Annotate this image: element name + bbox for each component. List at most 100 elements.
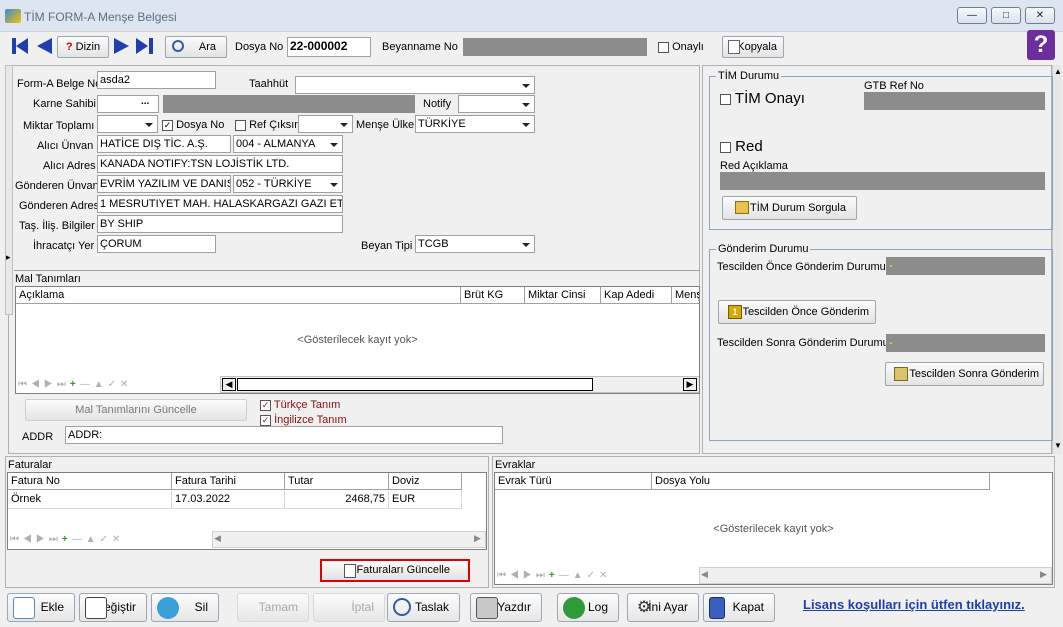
scroll-right-icon[interactable]: ▶: [683, 378, 697, 391]
karne-lookup-button[interactable]: ...: [141, 96, 149, 107]
scroll-thumb[interactable]: [237, 378, 593, 391]
degistir-button[interactable]: Değiştir: [79, 593, 147, 622]
faturalari-guncelle-button[interactable]: Faturaları Güncelle: [320, 559, 470, 582]
mal-grid-navigator[interactable]: ⏮◀▶⏭+—▲✓✕: [18, 376, 218, 393]
help-icon[interactable]: ?: [1027, 30, 1055, 60]
ekle-button[interactable]: Ekle: [7, 593, 75, 622]
belge-no-input[interactable]: asda2: [97, 71, 216, 89]
dosya-no-input[interactable]: 22-000002: [287, 37, 371, 57]
red-checkbox[interactable]: Red: [720, 138, 763, 155]
gonderen-unvan-label: Gönderen Ünvan: [15, 180, 99, 192]
scroll-left-icon[interactable]: ◀: [222, 378, 236, 391]
checkbox-box[interactable]: [720, 141, 731, 153]
lisans-link[interactable]: Lisans koşulları için ütfen tıklayınız.: [803, 597, 1025, 612]
addr-input[interactable]: ADDR:: [65, 426, 503, 444]
ini-ayar-button[interactable]: ⚙ İni Ayar: [627, 593, 699, 622]
right-scrollbar[interactable]: ▲ ▼: [1052, 65, 1062, 454]
checkbox-checked[interactable]: ✓: [260, 399, 271, 411]
folder-icon: [735, 201, 749, 214]
col-mense[interactable]: Menş: [672, 287, 699, 304]
iptal-button[interactable]: İptal: [313, 593, 385, 622]
dizin-button[interactable]: ? Dizin: [57, 36, 109, 58]
checkbox-checked[interactable]: ✓: [162, 119, 173, 131]
last-record-icon[interactable]: [149, 38, 153, 54]
mal-horizontal-scrollbar[interactable]: ◀ ▶: [220, 376, 699, 393]
col-dosya-yolu[interactable]: Dosya Yolu: [652, 473, 990, 490]
kapat-button[interactable]: Kapat: [703, 593, 775, 622]
gonderen-unvan-input[interactable]: EVRİM YAZILIM VE DANIŞ: [97, 175, 231, 193]
ref-ciksin-checkbox[interactable]: Ref Çıksın: [235, 119, 300, 131]
scroll-down-icon[interactable]: ▼: [1054, 441, 1062, 450]
col-brut-kg[interactable]: Brüt KG: [461, 287, 525, 304]
col-tutar[interactable]: Tutar: [285, 473, 389, 490]
table-cell[interactable]: EUR: [389, 491, 462, 508]
scroll-right-icon[interactable]: ▶: [1040, 569, 1047, 580]
notify-select[interactable]: [458, 95, 535, 113]
scroll-left-icon[interactable]: ◀: [214, 533, 221, 544]
kopyala-button[interactable]: Kopyala: [722, 36, 784, 58]
close-button[interactable]: ✕: [1025, 7, 1055, 24]
scroll-up-icon[interactable]: ▲: [1054, 67, 1062, 76]
log-button[interactable]: Log: [557, 593, 619, 622]
yazdir-button[interactable]: Yazdır: [470, 593, 542, 622]
tasima-bilgiler-input[interactable]: BY SHIP: [97, 215, 343, 233]
turkce-tanim-checkbox[interactable]: ✓ Türkçe Tanım: [260, 399, 340, 411]
faturalar-scrollbar[interactable]: ◀ ▶: [212, 531, 486, 548]
alici-ulke-select[interactable]: 004 - ALMANYA: [233, 135, 343, 153]
gonderen-adres-input[interactable]: 1 MESRUTIYET MAH. HALASKARGAZI GAZI ETH: [97, 195, 343, 213]
faturalar-navigator[interactable]: ⏮◀▶⏭+—▲✓✕: [10, 531, 210, 548]
col-fatura-no[interactable]: Fatura No: [8, 473, 172, 490]
maximize-button[interactable]: □: [991, 7, 1021, 24]
first-record-arrow-icon[interactable]: [16, 38, 28, 54]
mense-ulke-select[interactable]: TÜRKİYE: [415, 115, 535, 133]
table-cell[interactable]: Örnek: [8, 491, 172, 508]
beyanname-no-input[interactable]: [463, 38, 647, 56]
gtb-ref-input[interactable]: [864, 92, 1045, 110]
tamam-button[interactable]: Tamam: [237, 593, 309, 622]
miktar-toplami-select[interactable]: [97, 115, 158, 133]
table-cell[interactable]: 2468,75: [285, 491, 389, 508]
checkbox-box[interactable]: [658, 41, 669, 53]
mal-grid[interactable]: Açıklama Brüt KG Miktar Cinsi Kap Adedi …: [15, 286, 700, 394]
tescilden-once-gonderim-button[interactable]: 1 Tescilden Önce Gönderim: [718, 300, 876, 324]
dosya-no-checkbox[interactable]: ✓ Dosya No: [162, 119, 224, 131]
gonderen-ulke-select[interactable]: 052 - TÜRKİYE: [233, 175, 343, 193]
tescilden-sonra-gonderim-button[interactable]: Tescilden Sonra Gönderim: [885, 362, 1044, 386]
onayli-checkbox[interactable]: Onaylı: [658, 41, 704, 53]
minimize-button[interactable]: —: [957, 7, 987, 24]
col-miktar-cinsi[interactable]: Miktar Cinsi: [525, 287, 601, 304]
mal-tanimlarini-guncelle-button[interactable]: Mal Tanımlarını Güncelle: [25, 399, 247, 421]
beyan-tipi-select[interactable]: TCGB: [415, 235, 535, 253]
table-cell[interactable]: 17.03.2022: [172, 491, 285, 508]
checkbox-box[interactable]: [235, 119, 246, 131]
last-record-arrow-icon[interactable]: [136, 38, 148, 54]
evraklar-navigator[interactable]: ⏮◀▶⏭+—▲✓✕: [497, 567, 697, 584]
col-fatura-tarihi[interactable]: Fatura Tarihi: [172, 473, 285, 490]
taahhut-select[interactable]: [295, 76, 535, 94]
next-record-icon[interactable]: [114, 38, 129, 54]
alici-unvan-input[interactable]: HATİCE DIŞ TİC. A.Ş.: [97, 135, 231, 153]
side-splitter[interactable]: [5, 65, 13, 315]
tim-onay-checkbox[interactable]: TİM Onayı: [720, 90, 805, 107]
tim-durum-sorgula-button[interactable]: TİM Durum Sorgula: [722, 196, 857, 220]
col-kap-adedi[interactable]: Kap Adedi: [601, 287, 672, 304]
karne-sahibi-input[interactable]: [97, 95, 159, 113]
red-aciklama-input[interactable]: [720, 172, 1045, 190]
ara-button[interactable]: Ara: [165, 36, 227, 58]
col-aciklama[interactable]: Açıklama: [16, 287, 461, 304]
ingilizce-tanim-checkbox[interactable]: ✓ İngilizce Tanım: [260, 414, 347, 426]
scroll-right-icon[interactable]: ▶: [474, 533, 481, 544]
col-doviz[interactable]: Doviz: [389, 473, 462, 490]
previous-record-icon[interactable]: [37, 38, 52, 54]
scroll-left-icon[interactable]: ◀: [701, 569, 708, 580]
evraklar-scrollbar[interactable]: ◀ ▶: [699, 567, 1052, 584]
col-evrak-turu[interactable]: Evrak Türü: [495, 473, 652, 490]
taslak-button[interactable]: Taslak: [387, 593, 460, 622]
ihracatci-yer-input[interactable]: ÇORUM: [97, 235, 216, 253]
sil-button[interactable]: Sil: [151, 593, 219, 622]
checkbox-box[interactable]: [720, 93, 731, 105]
alici-adres-input[interactable]: KANADA NOTIFY:TSN LOJİSTİK LTD.: [97, 155, 343, 173]
splitter-arrow-icon[interactable]: ▸: [6, 252, 11, 263]
ref-select[interactable]: [298, 115, 353, 133]
checkbox-checked[interactable]: ✓: [260, 414, 271, 426]
